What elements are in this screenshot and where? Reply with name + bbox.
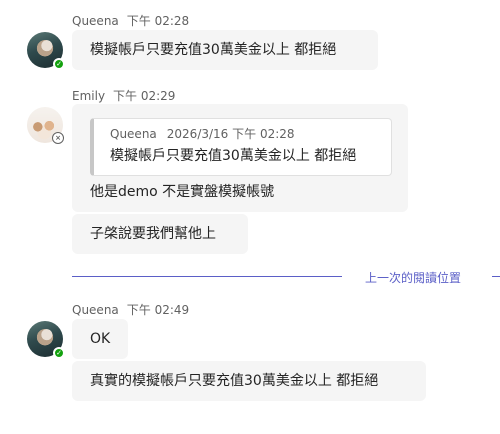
offline-status-icon: ×: [52, 132, 64, 144]
last-read-label: 上一次的閱讀位置: [365, 271, 462, 285]
quoted-message[interactable]: Queena 2026/3/16 下午 02:28 模擬帳戶只要充值30萬美金以上…: [90, 118, 392, 176]
message-bubble[interactable]: OK: [72, 319, 128, 359]
message-text: 子棨說要我們幫他上: [90, 226, 216, 242]
message-header: Emily 下午 02:29: [72, 87, 175, 104]
message-time: 下午 02:29: [113, 89, 176, 103]
sender-name: Queena: [72, 14, 119, 28]
divider-line: [492, 276, 500, 277]
sender-name: Emily: [72, 89, 106, 103]
sender-name: Queena: [72, 303, 119, 317]
message-time: 下午 02:28: [126, 14, 190, 28]
message-text: 真實的模擬帳戶只要充值30萬美金以上 都拒絕: [90, 373, 379, 389]
message-time: 下午 02:49: [126, 303, 190, 317]
avatar-queena[interactable]: ✓: [27, 32, 65, 70]
message-text: 模擬帳戶只要充值30萬美金以上 都拒絕: [90, 42, 337, 58]
divider-line: [72, 276, 342, 277]
quote-text: 模擬帳戶只要充值30萬美金以上 都拒絕: [110, 148, 357, 164]
message-text: OK: [90, 331, 111, 347]
message-bubble[interactable]: 子棨說要我們幫他上: [72, 214, 248, 254]
message-bubble-with-quote[interactable]: Queena 2026/3/16 下午 02:28 模擬帳戶只要充值30萬美金以上…: [72, 104, 408, 212]
message-header: Queena 下午 02:49: [72, 301, 189, 318]
quote-datetime: 2026/3/16 下午 02:28: [166, 127, 295, 141]
quote-header: Queena 2026/3/16 下午 02:28: [110, 124, 383, 144]
message-bubble[interactable]: 真實的模擬帳戶只要充值30萬美金以上 都拒絕: [72, 361, 426, 401]
avatar-emily[interactable]: ×: [27, 107, 64, 144]
available-status-icon: ✓: [53, 347, 65, 359]
available-status-icon: ✓: [53, 58, 65, 70]
message-text: 他是demo 不是實盤模擬帳號: [90, 184, 275, 200]
last-read-divider: 上一次的閱讀位置: [72, 271, 500, 290]
avatar-queena[interactable]: ✓: [27, 321, 65, 359]
message-bubble[interactable]: 模擬帳戶只要充值30萬美金以上 都拒絕: [72, 30, 378, 70]
quote-sender: Queena: [110, 127, 157, 141]
message-header: Queena 下午 02:28: [72, 12, 189, 29]
